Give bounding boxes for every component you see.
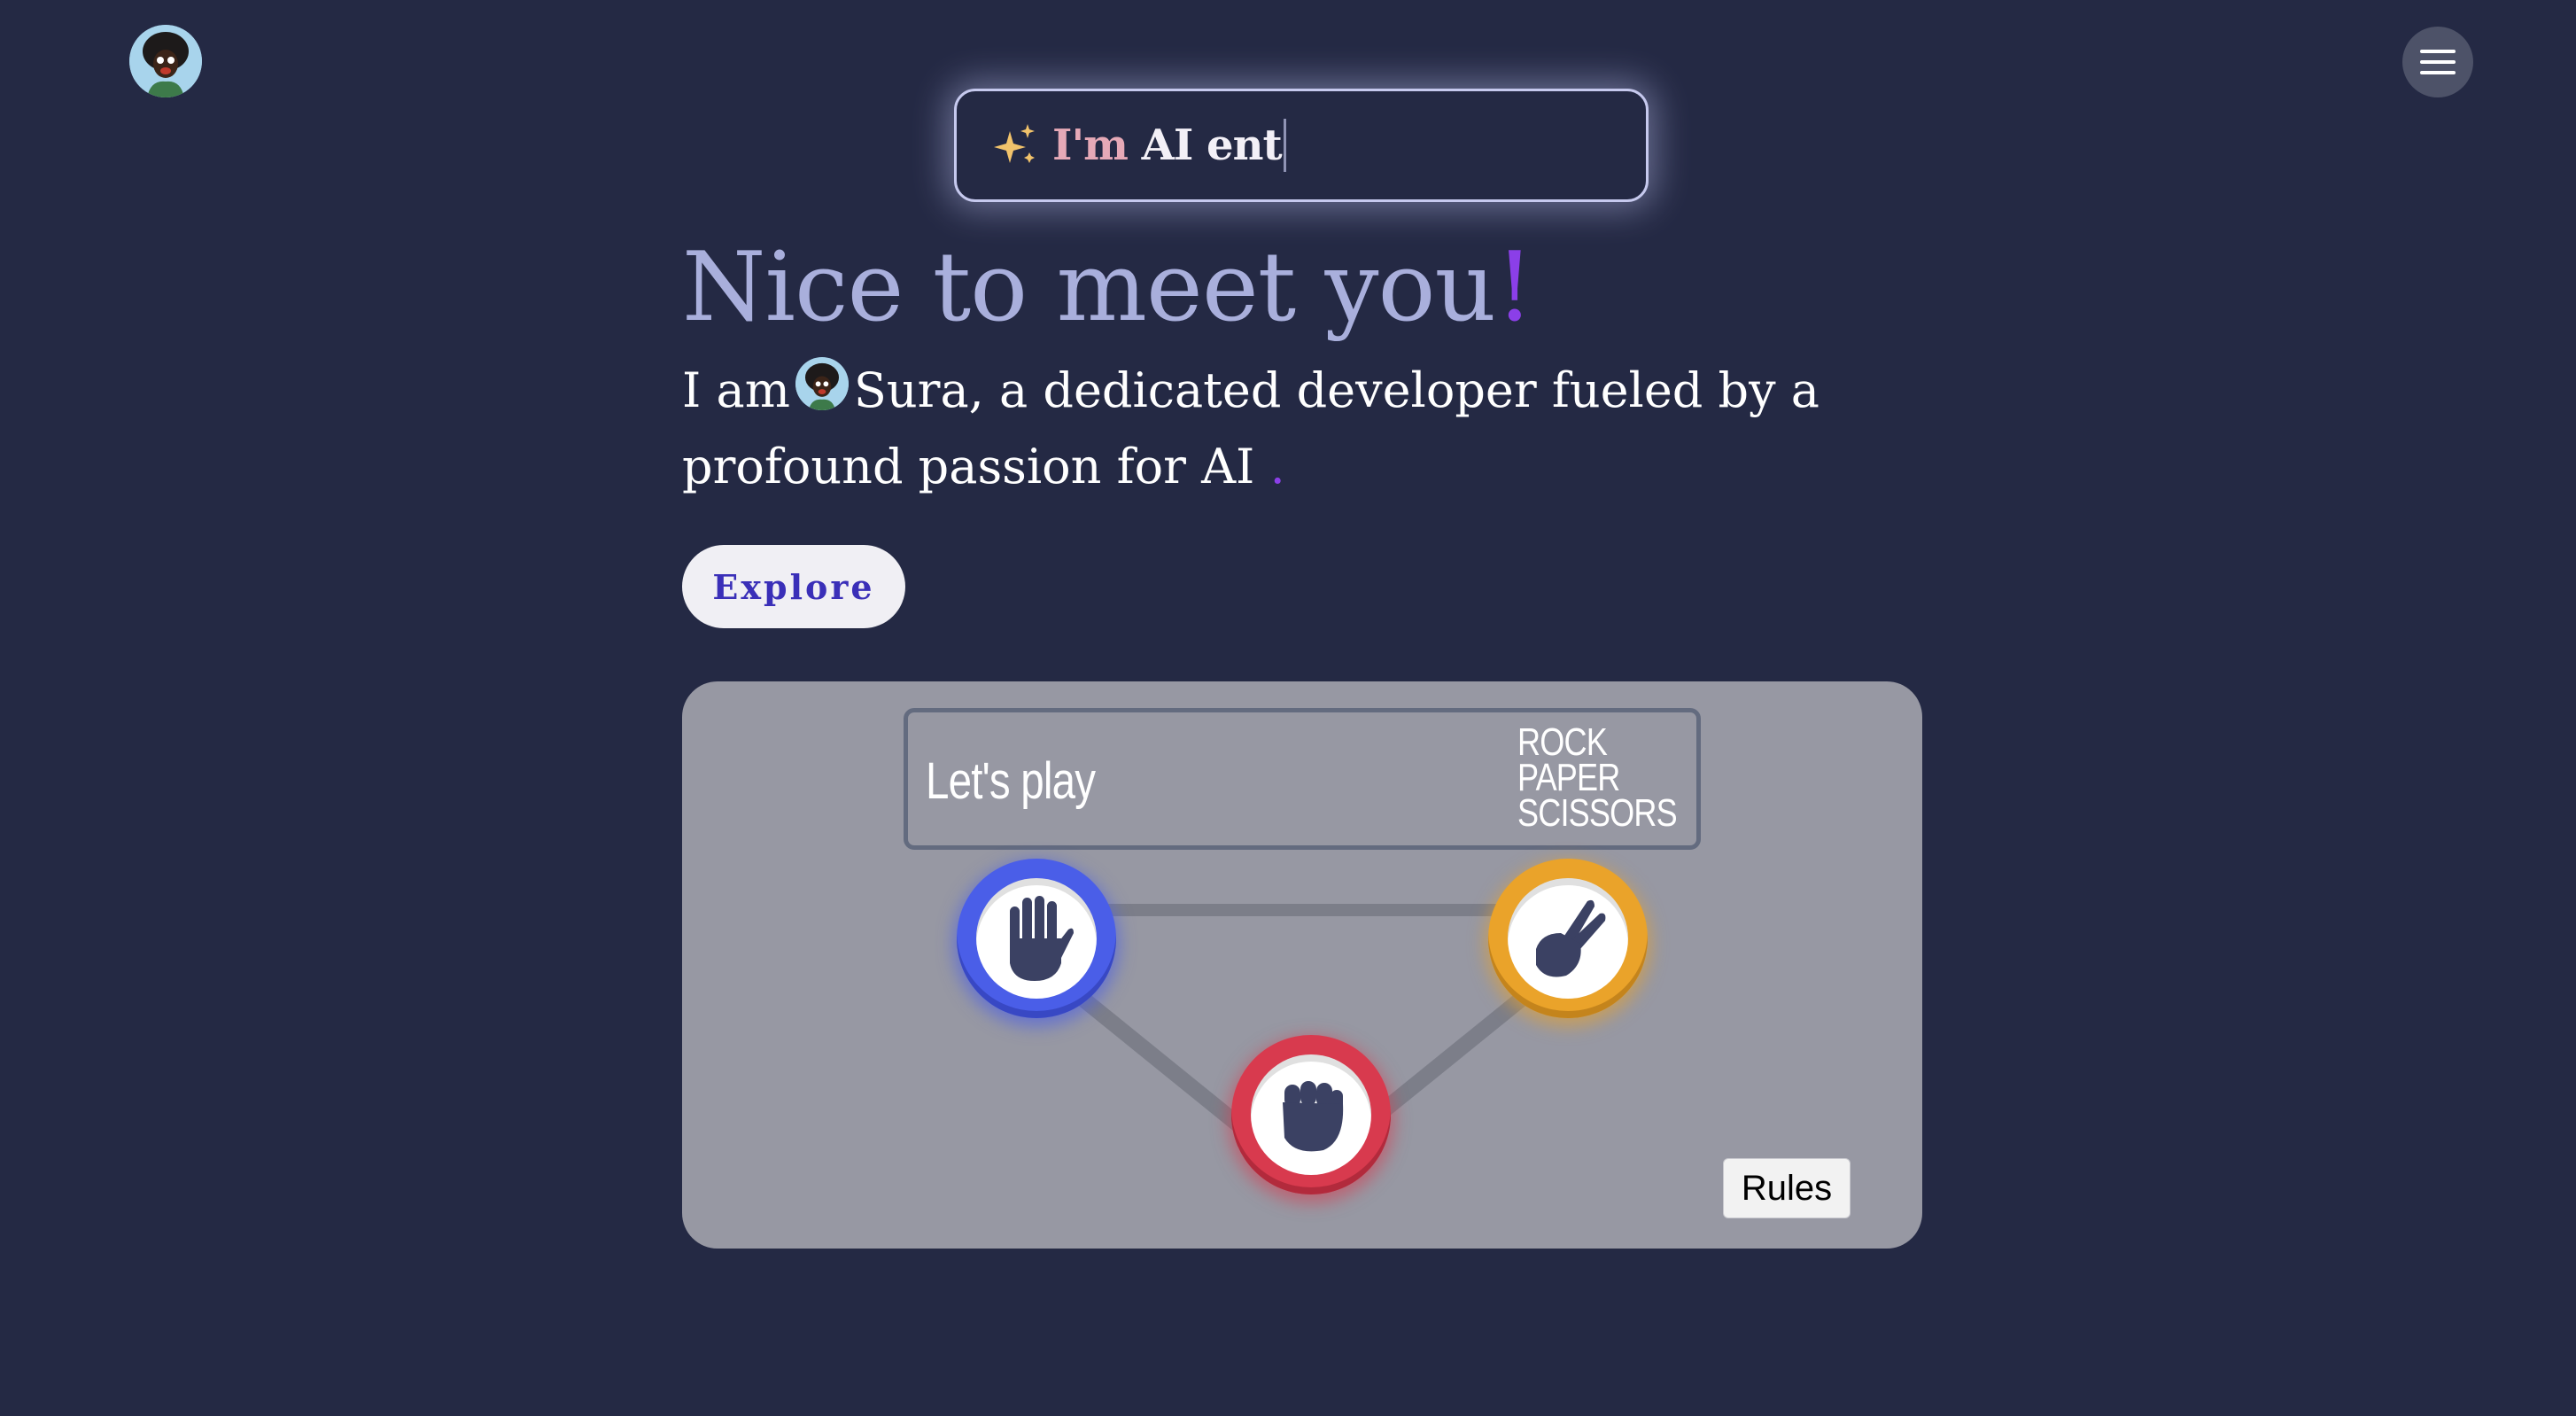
rock-token-face (1251, 1054, 1371, 1175)
game-logo-line: PAPER (1517, 756, 1620, 799)
cartoon-avatar-icon (129, 25, 202, 97)
page: I'm AI ent Nice to meet you! I am Sura, a… (0, 0, 2576, 1416)
scissors-hand-icon (1536, 899, 1606, 977)
hamburger-menu-icon-bar (2420, 50, 2456, 53)
rock-button[interactable] (1231, 1035, 1391, 1194)
rock-paper-scissors-game: Let's play ROCK PAPER SCISSORS Rules (682, 681, 1922, 1249)
scissors-token-face (1508, 878, 1628, 999)
hero-title: Nice to meet you! (682, 232, 1534, 343)
paper-hand-icon (1010, 896, 1074, 981)
paper-token-face (976, 878, 1097, 999)
intro-accent-dot: . (1269, 439, 1285, 494)
typewriter-box: I'm AI ent (954, 89, 1649, 202)
paper-button[interactable] (957, 859, 1116, 1018)
hamburger-menu-icon-bar (2420, 60, 2456, 64)
score-label: Let's play (926, 752, 1096, 810)
typewriter-cursor (1283, 119, 1286, 172)
hero-title-accent: ! (1495, 232, 1533, 343)
scoreboard: Let's play ROCK PAPER SCISSORS (904, 708, 1701, 850)
hamburger-menu-button[interactable] (2402, 27, 2473, 97)
sparkles-icon (994, 124, 1035, 163)
rock-fist-icon (1283, 1081, 1344, 1152)
rules-button[interactable]: Rules (1723, 1158, 1851, 1218)
explore-button[interactable]: Explore (682, 545, 905, 628)
game-logo-line: SCISSORS (1517, 791, 1678, 835)
avatar-home-link[interactable] (129, 25, 202, 97)
hamburger-menu-icon-bar (2420, 71, 2456, 74)
game-logo-line: ROCK (1517, 720, 1608, 764)
scissors-button[interactable] (1488, 859, 1648, 1018)
game-logo: ROCK PAPER SCISSORS (1517, 720, 1678, 835)
typewriter-text: I'm AI ent (1052, 121, 1283, 170)
hero-intro: I am Sura, a dedicated developer fueled b… (682, 353, 1834, 505)
avatar-icon (795, 357, 849, 410)
